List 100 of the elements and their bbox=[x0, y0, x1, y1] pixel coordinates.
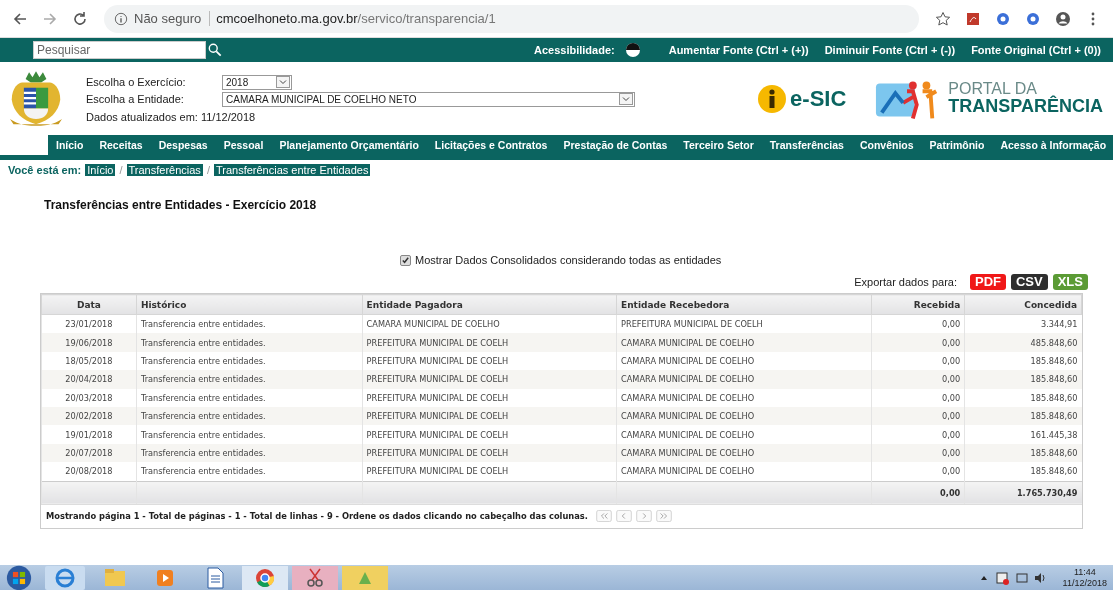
table-cell: 0,00 bbox=[871, 370, 965, 389]
breadcrumb-link[interactable]: Início bbox=[85, 164, 116, 176]
extension-icon[interactable] bbox=[995, 10, 1011, 27]
table-cell: 20/03/2018 bbox=[41, 388, 137, 407]
font-size-link[interactable]: Fonte Original (Ctrl + (0)) bbox=[971, 44, 1101, 56]
column-header[interactable]: Entidade Recebedora bbox=[616, 294, 871, 315]
nav-item[interactable]: Licitações e Contratos bbox=[434, 139, 548, 151]
export-label: Exportar dados para: bbox=[854, 276, 957, 288]
table-cell: CAMARA MUNICIPAL DE COELHO bbox=[616, 333, 871, 352]
breadcrumb-separator: / bbox=[206, 164, 210, 176]
nav-item[interactable]: Pessoal bbox=[223, 139, 264, 151]
table-cell: 19/06/2018 bbox=[41, 333, 137, 352]
nav-item[interactable]: Patrimônio bbox=[929, 139, 985, 151]
pdf-extension-icon[interactable] bbox=[965, 10, 981, 27]
search-icon[interactable] bbox=[208, 43, 222, 57]
page-title: Transferências entre Entidades - Exercício 2018 bbox=[44, 198, 318, 212]
table-cell: 0,00 bbox=[871, 406, 965, 426]
scissors-icon[interactable] bbox=[292, 565, 338, 590]
table-cell: Transferencia entre entidades. bbox=[136, 406, 363, 426]
total-cell: 0,00 bbox=[871, 481, 965, 504]
table-cell: 20/02/2018 bbox=[41, 406, 137, 426]
table-cell: 161.445,38 bbox=[964, 425, 1082, 444]
search-field[interactable]: Pesquisar bbox=[33, 41, 206, 59]
table-cell: CAMARA MUNICIPAL DE COELHO bbox=[616, 406, 871, 426]
extension-icon[interactable] bbox=[1025, 10, 1041, 27]
chrome-browser-icon[interactable] bbox=[242, 565, 288, 590]
table-cell: CAMARA MUNICIPAL DE COELHO bbox=[616, 370, 871, 389]
column-header[interactable]: Histórico bbox=[136, 294, 363, 315]
table-cell: 185.848,60 bbox=[964, 443, 1082, 463]
table-cell: PREFEITURA MUNICIPAL DE COELH bbox=[362, 406, 617, 426]
total-cell: 1.765.730,49 bbox=[964, 481, 1082, 504]
star-icon[interactable] bbox=[935, 10, 951, 27]
security-label: Não seguro bbox=[134, 11, 211, 26]
table-cell: 185.848,60 bbox=[964, 388, 1082, 407]
pagination-info: Mostrando página 1 - Total de páginas - 1 - Total de linhas - 9 - Ordene os dados clicando no cabeçalho das colunas. bbox=[46, 511, 588, 521]
address-bar[interactable]: Não seguro cmcoelhoneto.ma.gov.br/servico/transparencia/1 bbox=[104, 4, 919, 33]
table-cell: 185.848,60 bbox=[964, 370, 1082, 389]
portal-logo[interactable]: PORTAL DA TRANSPARÊNCIA bbox=[874, 76, 1103, 121]
nav-item[interactable]: Despesas bbox=[158, 139, 208, 151]
table-cell: PREFEITURA MUNICIPAL DE COELH bbox=[362, 333, 617, 352]
caret-icon bbox=[619, 93, 633, 105]
table-cell: 20/04/2018 bbox=[41, 370, 137, 389]
font-size-link[interactable]: Aumentar Fonte (Ctrl + (+)) bbox=[668, 44, 809, 56]
table-cell: 20/07/2018 bbox=[41, 443, 137, 463]
export-button[interactable]: PDF bbox=[969, 274, 1006, 290]
table-cell: 0,00 bbox=[871, 425, 965, 444]
clock-time: 11:44 bbox=[1073, 566, 1096, 578]
table-cell: 0,00 bbox=[871, 388, 965, 407]
checkbox-label: Mostrar Dados Consolidados considerando todas as entidades bbox=[415, 254, 722, 266]
table-cell: PREFEITURA MUNICIPAL DE COELH bbox=[362, 388, 617, 407]
font-size-link[interactable]: Diminuir Fonte (Ctrl + (-)) bbox=[824, 44, 956, 56]
back-icon[interactable] bbox=[12, 10, 28, 27]
nav-item[interactable]: Receitas bbox=[99, 139, 143, 151]
dropdown[interactable]: 2018 bbox=[222, 74, 292, 90]
table-cell: 485.848,60 bbox=[964, 333, 1082, 352]
caret-icon bbox=[276, 76, 290, 88]
breadcrumb-separator: / bbox=[119, 164, 123, 176]
browser-e-icon[interactable] bbox=[42, 565, 88, 590]
info-icon bbox=[114, 11, 128, 26]
table-cell: PREFEITURA MUNICIPAL DE COELH bbox=[362, 425, 617, 444]
contrast-icon[interactable] bbox=[624, 42, 641, 58]
nav-item[interactable]: Prestação de Contas bbox=[563, 139, 668, 151]
field-label: Escolha o Exercício: bbox=[86, 76, 187, 88]
table-cell: Transferencia entre entidades. bbox=[136, 443, 363, 463]
table-cell: 185.848,60 bbox=[964, 406, 1082, 426]
breadcrumb-link[interactable]: Transferências entre Entidades bbox=[213, 164, 371, 176]
nav-item[interactable]: Planejamento Orçamentário bbox=[279, 139, 419, 151]
table-cell: CAMARA MUNICIPAL DE COELHO bbox=[616, 388, 871, 407]
column-header[interactable]: Data bbox=[41, 294, 137, 315]
accessibility-label: Acessibilidade: bbox=[534, 44, 615, 56]
breadcrumb-label: Você está em: bbox=[8, 164, 82, 176]
updated-date: Dados atualizados em: 11/12/2018 bbox=[86, 110, 257, 123]
table-cell: 0,00 bbox=[871, 443, 965, 463]
checkbox[interactable] bbox=[400, 254, 411, 266]
table-cell: Transferencia entre entidades. bbox=[136, 370, 363, 389]
table-cell: Transferencia entre entidades. bbox=[136, 388, 363, 407]
export-button[interactable]: CSV bbox=[1010, 274, 1048, 290]
table-cell: Transferencia entre entidades. bbox=[136, 425, 363, 444]
nav-item[interactable]: Transferências bbox=[769, 139, 844, 151]
table-cell: Transferencia entre entidades. bbox=[136, 333, 363, 352]
column-header[interactable]: Recebida bbox=[871, 294, 965, 315]
table-cell: PREFEITURA MUNICIPAL DE COELH bbox=[362, 370, 617, 389]
reload-icon[interactable] bbox=[72, 10, 88, 27]
table-cell: 19/01/2018 bbox=[41, 425, 137, 444]
field-label: Escolha a Entidade: bbox=[86, 93, 185, 105]
table-cell: CAMARA MUNICIPAL DE COELHO bbox=[616, 443, 871, 463]
breadcrumb-link[interactable]: Transferências bbox=[126, 164, 203, 176]
profile-icon[interactable] bbox=[1055, 10, 1071, 27]
nav-item[interactable]: Convênios bbox=[859, 139, 914, 151]
clock-date: 11/12/2018 bbox=[1062, 577, 1107, 589]
nav-item[interactable]: Início bbox=[56, 139, 84, 151]
column-header[interactable]: Entidade Pagadora bbox=[362, 294, 617, 315]
table-cell: 0,00 bbox=[871, 333, 965, 352]
e-sic-logo[interactable]: e-SIC bbox=[757, 83, 847, 114]
nav-item[interactable]: Acesso à Informação bbox=[1000, 139, 1107, 151]
info-badge-icon bbox=[757, 83, 788, 114]
dropdown[interactable]: CAMARA MUNICIPAL DE COELHO NETO bbox=[222, 91, 635, 107]
start-button-icon[interactable] bbox=[6, 564, 32, 590]
column-header[interactable]: Concedida bbox=[964, 294, 1082, 315]
nav-item[interactable]: Terceiro Setor bbox=[683, 139, 754, 151]
